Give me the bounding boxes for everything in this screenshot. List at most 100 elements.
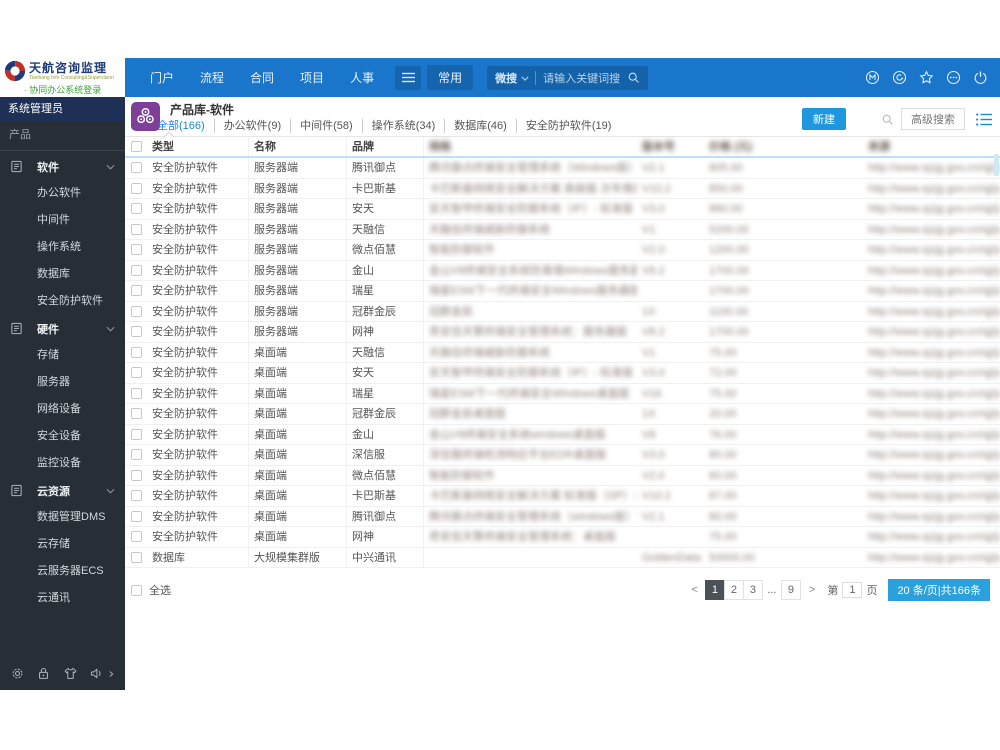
nav-item-2[interactable]: 合同 — [237, 69, 287, 86]
tab-0[interactable]: 全部(166) — [148, 119, 214, 133]
gear-icon[interactable] — [10, 666, 25, 681]
sound-icon[interactable] — [89, 666, 104, 681]
col-price[interactable]: 价格 (元) — [704, 137, 852, 156]
table-search-icon[interactable] — [881, 113, 894, 126]
nav-menu-button[interactable] — [395, 65, 422, 90]
page-size-summary[interactable]: 20 条/页|共166条 — [888, 579, 990, 601]
sidebar-item-0-4[interactable]: 安全防护软件 — [0, 288, 125, 315]
scrollbar-thumb[interactable] — [994, 154, 999, 176]
col-type[interactable]: 类型 — [147, 137, 249, 156]
row-checkbox[interactable] — [131, 326, 142, 338]
global-search[interactable]: 微搜 请输入关键词搜 — [487, 65, 649, 90]
page-number-1[interactable]: 1 — [704, 580, 725, 600]
row-checkbox[interactable] — [131, 223, 142, 235]
table-row-11[interactable]: 安全防护软件 桌面端 瑞星 瑞星ESM下一代终端安全Windows桌面版 V16… — [125, 383, 1000, 404]
table-row-17[interactable]: 安全防护软件 桌面端 腾讯御点 腾讯御点终端安全管理系统（windows版）V2… — [125, 506, 1000, 527]
search-scope-label[interactable]: 微搜 — [495, 70, 517, 86]
search-icon[interactable] — [627, 71, 640, 84]
header-checkbox[interactable] — [131, 141, 142, 152]
sidebar-item-2-3[interactable]: 云通讯 — [0, 585, 125, 612]
table-row-8[interactable]: 安全防护软件 服务器端 网神 奇安信天擎终端安全管理系统：服务器版 V8.2 1… — [125, 322, 1000, 343]
sidebar-group-1[interactable]: 硬件 — [0, 315, 125, 342]
select-all[interactable]: 全选 — [131, 582, 171, 598]
tab-5[interactable]: 安全防护软件(19) — [515, 119, 621, 133]
page-number-2[interactable]: 2 — [723, 580, 744, 600]
row-checkbox[interactable] — [131, 387, 142, 399]
table-row-16[interactable]: 安全防护软件 桌面端 卡巴斯基 卡巴斯基网络安全解决方案 标准版（SP）- 标准… — [125, 486, 1000, 507]
page-ellipsis[interactable]: ... — [762, 580, 782, 600]
row-checkbox[interactable] — [131, 305, 142, 317]
sidebar-section-product[interactable]: 产品 — [0, 121, 125, 150]
row-checkbox[interactable] — [131, 510, 142, 522]
col-name[interactable]: 名称 — [249, 137, 347, 156]
table-row-15[interactable]: 安全防护软件 桌面端 微点佰慧 智能防御软件 V2.0 60.00 http:/… — [125, 465, 1000, 486]
col-version[interactable]: 版本号 — [637, 137, 704, 156]
row-checkbox[interactable] — [131, 264, 142, 276]
star-icon[interactable] — [919, 70, 934, 85]
sidebar-item-1-1[interactable]: 服务器 — [0, 369, 125, 396]
table-row-13[interactable]: 安全防护软件 桌面端 金山 金山V8终端安全系统windows桌面版 V8 76… — [125, 424, 1000, 445]
next-page-button[interactable]: > — [806, 584, 818, 596]
row-checkbox[interactable] — [131, 182, 142, 194]
power-icon[interactable] — [973, 70, 988, 85]
m-badge-icon[interactable] — [865, 70, 880, 85]
table-row-5[interactable]: 安全防护软件 服务器端 金山 金山V8终端安全系统防毒墙Windows服务器版 … — [125, 260, 1000, 281]
table-row-1[interactable]: 安全防护软件 服务器端 卡巴斯基 卡巴斯基网络安全解决方案 高级版 次年维护（S… — [125, 178, 1000, 199]
nav-item-4[interactable]: 人事 — [337, 69, 387, 86]
table-row-4[interactable]: 安全防护软件 服务器端 微点佰慧 智能防御软件 V2.0 1200.00 htt… — [125, 240, 1000, 261]
table-row-19[interactable]: 数据库 大规模集群版 中兴通讯 GoldenData s... 50000.00… — [125, 547, 1000, 568]
row-checkbox[interactable] — [131, 367, 142, 379]
row-checkbox[interactable] — [131, 449, 142, 461]
search-input[interactable]: 请输入关键词搜 — [543, 70, 627, 86]
row-checkbox[interactable] — [131, 203, 142, 215]
row-checkbox[interactable] — [131, 162, 142, 174]
sidebar-item-1-4[interactable]: 监控设备 — [0, 450, 125, 477]
sidebar-group-0[interactable]: 软件 — [0, 153, 125, 180]
theme-shirt-icon[interactable] — [63, 666, 78, 681]
row-checkbox[interactable] — [131, 469, 142, 481]
new-button[interactable]: 新建 — [802, 108, 846, 130]
row-checkbox[interactable] — [131, 490, 142, 502]
nav-item-pinned[interactable]: 常用 — [427, 65, 474, 90]
tab-1[interactable]: 办公软件(9) — [213, 119, 290, 133]
prev-page-button[interactable]: < — [688, 584, 700, 596]
row-checkbox[interactable] — [131, 244, 142, 256]
sidebar-item-0-2[interactable]: 操作系统 — [0, 234, 125, 261]
table-row-3[interactable]: 安全防护软件 服务器端 天融信 天融信终端威胁防御系统 V1 5200.00 h… — [125, 219, 1000, 240]
page-number-3[interactable]: 3 — [742, 580, 763, 600]
sidebar-item-1-3[interactable]: 安全设备 — [0, 423, 125, 450]
col-spec[interactable]: 规格 — [424, 137, 637, 156]
nav-item-3[interactable]: 项目 — [287, 69, 337, 86]
sidebar-item-0-1[interactable]: 中间件 — [0, 207, 125, 234]
table-row-12[interactable]: 安全防护软件 桌面端 冠群金辰 冠群金辰桌面版 1X 20.00 http://… — [125, 404, 1000, 425]
sidebar-item-2-1[interactable]: 云存储 — [0, 531, 125, 558]
row-checkbox[interactable] — [131, 428, 142, 440]
sidebar-item-1-2[interactable]: 网络设备 — [0, 396, 125, 423]
page-number-9[interactable]: 9 — [780, 580, 801, 600]
table-row-6[interactable]: 安全防护软件 服务器端 瑞星 瑞星ESM下一代终端安全Windows服务器版 1… — [125, 281, 1000, 302]
sidebar-item-2-2[interactable]: 云服务器ECS — [0, 558, 125, 585]
more-icon[interactable] — [946, 70, 961, 85]
lock-icon[interactable] — [36, 666, 51, 681]
sidebar-item-0-0[interactable]: 办公软件 — [0, 180, 125, 207]
table-row-9[interactable]: 安全防护软件 桌面端 天融信 天融信终端威胁防御系统 V1 75.00 http… — [125, 342, 1000, 363]
sidebar-item-1-0[interactable]: 存储 — [0, 342, 125, 369]
message-icon[interactable] — [892, 70, 907, 85]
row-checkbox[interactable] — [131, 408, 142, 420]
nav-item-0[interactable]: 门户 — [137, 69, 187, 86]
tab-2[interactable]: 中间件(58) — [290, 119, 362, 133]
col-source[interactable]: 来源 — [852, 137, 1000, 156]
nav-item-1[interactable]: 流程 — [187, 69, 237, 86]
table-row-2[interactable]: 安全防护软件 服务器端 安天 安天智甲终端安全防御系统（IP）- 标准版 V3.… — [125, 199, 1000, 220]
jump-page-input[interactable]: 1 — [842, 582, 863, 598]
table-row-10[interactable]: 安全防护软件 桌面端 安天 安天智甲终端安全防御系统（IP）- 标准版 V3.0… — [125, 363, 1000, 384]
row-checkbox[interactable] — [131, 346, 142, 358]
col-brand[interactable]: 品牌 — [347, 137, 424, 156]
tab-3[interactable]: 操作系统(34) — [361, 119, 445, 133]
sidebar-item-2-0[interactable]: 数据管理DMS — [0, 504, 125, 531]
tab-4[interactable]: 数据库(46) — [444, 119, 516, 133]
table-row-0[interactable]: 安全防护软件 服务器端 腾讯御点 腾讯御点终端安全管理系统（Windows版） … — [125, 158, 1000, 179]
advanced-search-button[interactable]: 高级搜索 — [901, 108, 965, 130]
row-checkbox[interactable] — [131, 531, 142, 543]
table-row-14[interactable]: 安全防护软件 桌面端 深信服 深信服终端检测响应平台EDR桌面版 V3.0 80… — [125, 445, 1000, 466]
